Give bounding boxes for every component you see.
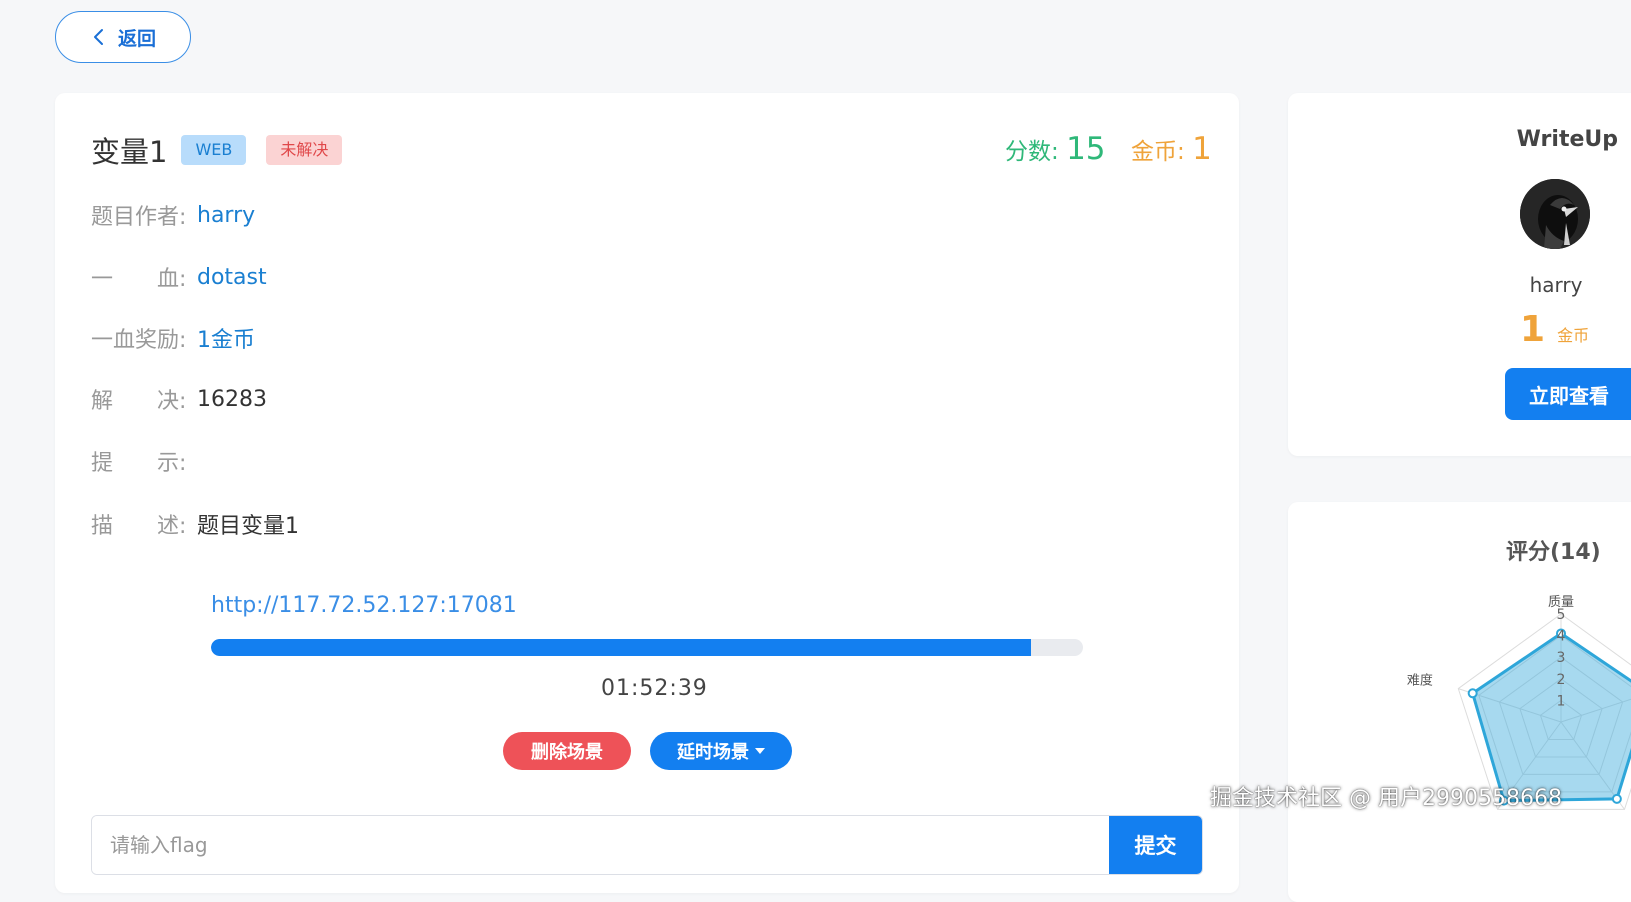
description-value: 题目变量1 xyxy=(197,514,299,539)
radar-tick-label: 1 xyxy=(1557,693,1566,709)
rating-card: 评分(14) 5 4 3 2 1 质量 难度 xyxy=(1288,502,1631,902)
instance-time-progress xyxy=(211,639,1083,656)
firstblood-link[interactable]: dotast xyxy=(197,265,267,290)
writeup-card: WriteUp harry 1 金币 立即查看 xyxy=(1288,93,1631,456)
description-field: 描 述: 题目变量1 xyxy=(91,508,299,540)
chevron-left-icon xyxy=(93,29,103,45)
firstblood-field: 一 血: dotast xyxy=(91,261,267,293)
description-label: 描 述: xyxy=(91,514,187,539)
radar-data-point xyxy=(1467,688,1478,699)
penguin-avatar-icon xyxy=(1520,179,1590,249)
radar-axis-label: 质量 xyxy=(1548,595,1574,610)
hint-field: 提 示: xyxy=(91,445,197,477)
caret-down-icon xyxy=(755,748,765,754)
coins-label: 金币: xyxy=(1131,139,1185,165)
radar-tick-label: 3 xyxy=(1557,650,1566,666)
reward-value: 1金币 xyxy=(197,328,255,353)
instance-url-link[interactable]: http://117.72.52.127:17081 xyxy=(211,593,517,618)
submit-flag-label: 提交 xyxy=(1134,834,1177,858)
hint-label: 提 示: xyxy=(91,451,187,476)
points-label: 分数: xyxy=(1005,139,1059,165)
radar-data-area xyxy=(1470,631,1631,803)
solved-label: 解 决: xyxy=(91,389,187,414)
writeup-author: harry xyxy=(1529,273,1583,297)
challenge-title-row: 变量1 WEB 未解决 xyxy=(91,129,343,171)
radar-data-point xyxy=(1611,793,1622,804)
flag-input-group: 提交 xyxy=(91,815,1203,875)
points-value: 15 xyxy=(1066,131,1106,167)
challenge-card: 变量1 WEB 未解决 分数: 15 金币: 1 题目作者: harry 一 血… xyxy=(55,93,1239,893)
view-writeup-label: 立即查看 xyxy=(1529,383,1609,408)
firstblood-label: 一 血: xyxy=(91,267,187,292)
solved-field: 解 决: 16283 xyxy=(91,383,267,415)
radar-tick-label: 2 xyxy=(1557,672,1566,688)
back-button[interactable]: 返回 xyxy=(55,11,191,63)
challenge-title: 变量1 xyxy=(91,135,168,169)
points-display: 分数: 15 xyxy=(1005,131,1106,167)
rating-radar-chart: 54321质量难度 xyxy=(1407,595,1631,810)
radar-tick-label: 4 xyxy=(1557,629,1566,645)
category-tag: WEB xyxy=(181,135,247,165)
view-writeup-button[interactable]: 立即查看 xyxy=(1505,368,1631,420)
status-badge: 未解决 xyxy=(266,135,343,165)
writeup-title: WriteUp xyxy=(1516,127,1618,152)
instance-timer: 01:52:39 xyxy=(601,676,708,701)
delete-instance-button[interactable]: 删除场景 xyxy=(503,732,631,770)
author-label: 题目作者: xyxy=(91,205,187,230)
back-label: 返回 xyxy=(117,27,156,50)
watermark: 掘金技术社区 @ 用户2990558668 xyxy=(1210,786,1562,811)
flag-input[interactable] xyxy=(92,816,1112,874)
writeup-price: 1 金币 xyxy=(1520,309,1589,350)
coins-display: 金币: 1 xyxy=(1131,131,1212,167)
avatar[interactable] xyxy=(1520,179,1590,249)
submit-flag-button[interactable]: 提交 xyxy=(1109,816,1202,874)
writeup-price-value: 1 xyxy=(1520,309,1546,350)
reward-label: 一血奖励: xyxy=(91,328,187,353)
instance-time-progress-fill xyxy=(211,639,1031,656)
reward-field: 一血奖励: 1金币 xyxy=(91,322,255,354)
author-link[interactable]: harry xyxy=(197,203,255,228)
writeup-price-unit: 金币 xyxy=(1557,326,1590,345)
author-field: 题目作者: harry xyxy=(91,199,255,231)
solved-count: 16283 xyxy=(197,386,267,412)
radar-axis-label: 难度 xyxy=(1407,673,1433,689)
extend-instance-button[interactable]: 延时场景 xyxy=(650,732,792,770)
coins-value: 1 xyxy=(1192,131,1212,167)
extend-instance-label: 延时场景 xyxy=(677,742,749,763)
delete-instance-label: 删除场景 xyxy=(531,742,603,763)
